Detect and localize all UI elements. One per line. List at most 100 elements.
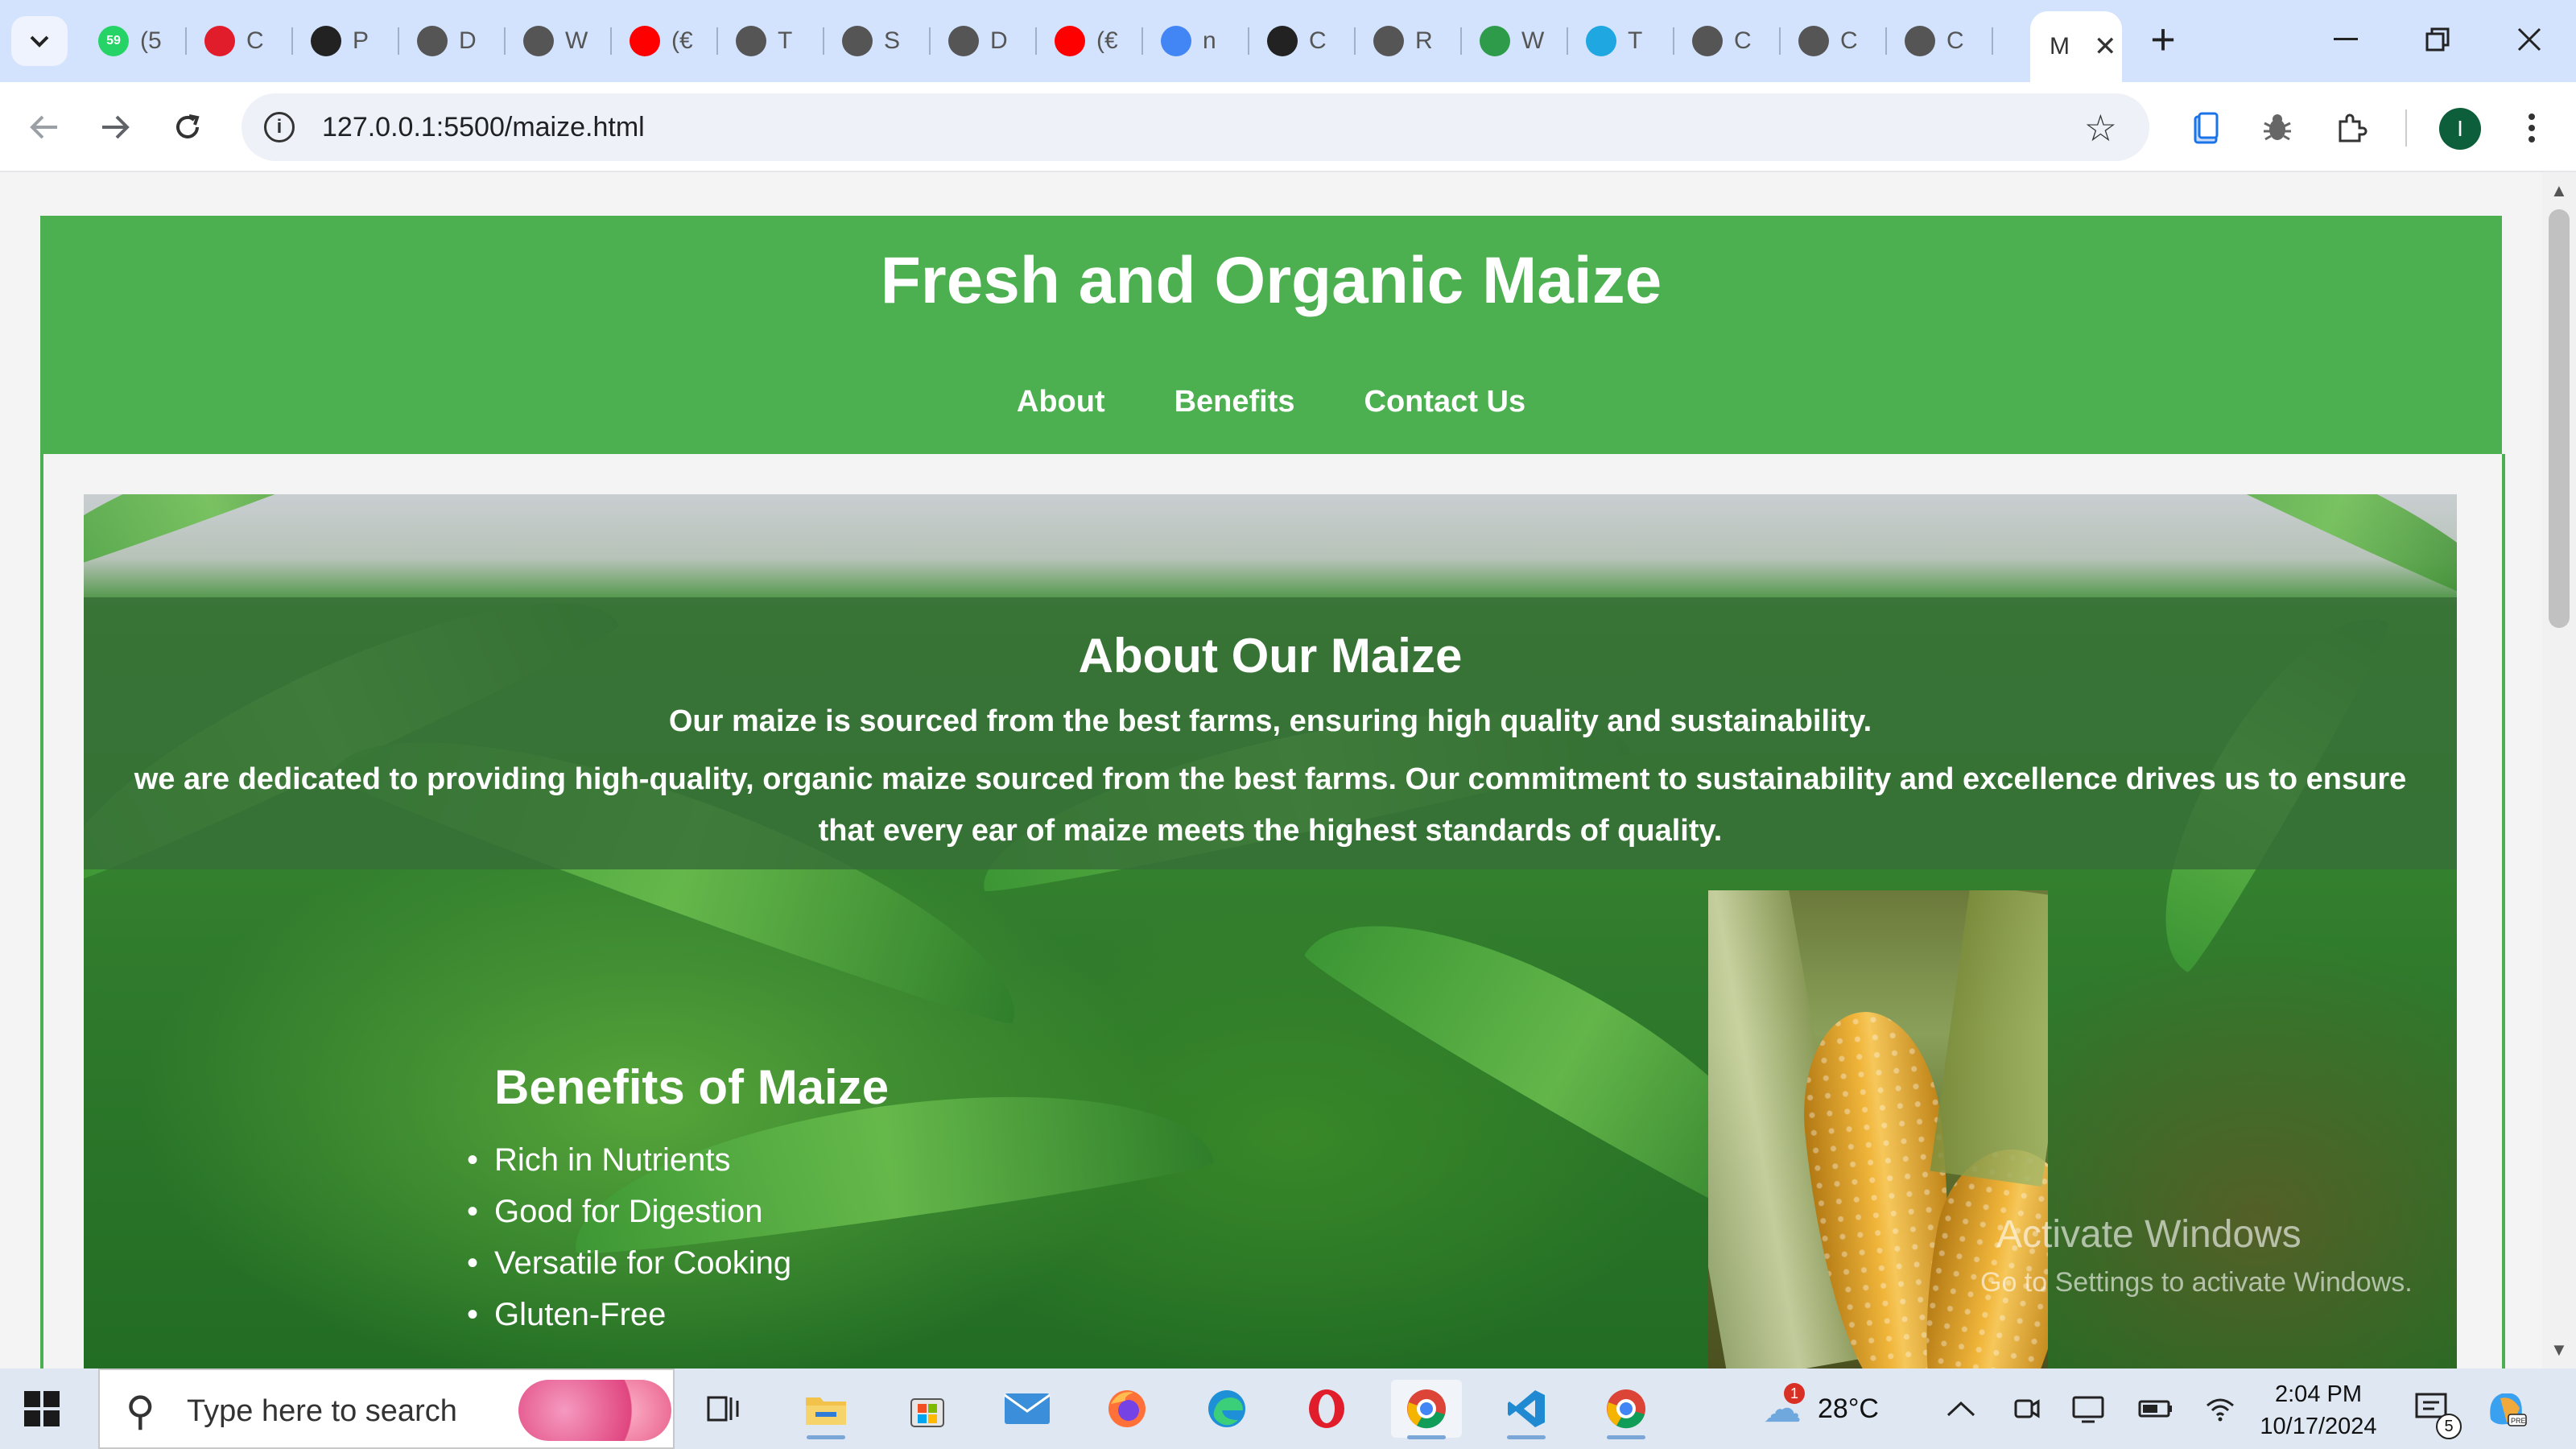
display-icon[interactable] bbox=[2072, 1368, 2104, 1449]
reload-button[interactable] bbox=[159, 103, 216, 151]
forward-button[interactable] bbox=[87, 103, 143, 151]
globe-icon bbox=[1905, 26, 1935, 56]
tab-title: (€ bbox=[671, 27, 693, 54]
page-scrollbar[interactable]: ▲ ▼ bbox=[2542, 172, 2576, 1368]
weather-temp: 28°C bbox=[1818, 1393, 1879, 1424]
tab-title: S bbox=[884, 27, 901, 54]
url-text[interactable]: 127.0.0.1:5500/maize.html bbox=[322, 112, 645, 143]
browser-tab[interactable]: C bbox=[1887, 18, 1993, 64]
opera-taskbar-icon[interactable] bbox=[1291, 1380, 1362, 1438]
address-bar[interactable]: i 127.0.0.1:5500/maize.html ☆ bbox=[242, 93, 2149, 161]
benefits-list: Rich in Nutrients Good for Digestion Ver… bbox=[467, 1134, 889, 1340]
copilot-icon[interactable]: PRE bbox=[2484, 1368, 2528, 1449]
browser-tab[interactable]: C bbox=[187, 18, 293, 64]
site-info-icon[interactable]: i bbox=[264, 112, 295, 142]
extensions-icon[interactable] bbox=[2330, 106, 2373, 150]
browser-tab[interactable]: (€ bbox=[1037, 18, 1143, 64]
taskbar-clock[interactable]: 2:04 PM 10/17/2024 bbox=[2238, 1378, 2399, 1443]
tray-overflow-icon[interactable] bbox=[1946, 1368, 1975, 1449]
opera-icon bbox=[204, 26, 235, 56]
restore-button[interactable] bbox=[2404, 14, 2471, 64]
browser-tab[interactable]: S bbox=[824, 18, 931, 64]
tab-title: T bbox=[778, 27, 793, 54]
task-view-icon[interactable] bbox=[689, 1380, 760, 1438]
vscode-icon[interactable] bbox=[1491, 1380, 1562, 1439]
browser-tab[interactable]: W bbox=[506, 18, 612, 64]
browser-tab[interactable]: C bbox=[1674, 18, 1781, 64]
browser-tab[interactable]: W bbox=[1462, 18, 1568, 64]
benefit-item: Rich in Nutrients bbox=[467, 1134, 889, 1186]
back-button[interactable] bbox=[16, 103, 72, 151]
wifi-icon[interactable] bbox=[2204, 1368, 2236, 1449]
globe-icon bbox=[523, 26, 554, 56]
forward-arrow-icon bbox=[102, 115, 130, 139]
nav-link-contact[interactable]: Contact Us bbox=[1364, 385, 1526, 419]
close-window-button[interactable] bbox=[2496, 14, 2563, 64]
chrome-profile-icon[interactable] bbox=[1591, 1380, 1662, 1439]
weather-badge: 1 bbox=[1784, 1383, 1805, 1404]
notifications-button[interactable]: 5 bbox=[2413, 1368, 2462, 1449]
scroll-down-icon[interactable]: ▼ bbox=[2550, 1340, 2568, 1360]
search-icon: ⚲ bbox=[126, 1389, 155, 1434]
menu-kebab-icon[interactable] bbox=[2510, 106, 2553, 150]
firefox-icon[interactable] bbox=[1092, 1380, 1162, 1438]
toolbar-divider bbox=[2405, 109, 2407, 147]
clock-date: 10/17/2024 bbox=[2260, 1414, 2377, 1439]
tab-title: C bbox=[1734, 27, 1752, 54]
browser-tab[interactable]: T bbox=[1568, 18, 1674, 64]
tab-search-button[interactable] bbox=[11, 16, 68, 66]
weather-widget[interactable]: ☁ 1 28°C bbox=[1763, 1368, 1879, 1449]
search-highlight-image bbox=[518, 1380, 671, 1441]
mail-icon[interactable] bbox=[992, 1380, 1063, 1438]
minimize-icon bbox=[2334, 38, 2358, 40]
browser-tab[interactable]: R bbox=[1356, 18, 1462, 64]
browser-tab[interactable]: 59 (5 bbox=[80, 18, 187, 64]
battery-icon[interactable] bbox=[2138, 1368, 2174, 1449]
browser-tab[interactable]: D bbox=[931, 18, 1037, 64]
reading-mode-icon[interactable] bbox=[2185, 106, 2228, 150]
browser-tab[interactable]: (€ bbox=[612, 18, 718, 64]
back-arrow-icon bbox=[30, 115, 57, 139]
file-explorer-icon[interactable] bbox=[791, 1380, 861, 1439]
nav-link-about[interactable]: About bbox=[1017, 385, 1105, 419]
bug-extension-icon[interactable] bbox=[2256, 106, 2299, 150]
benefits-section: Benefits of Maize Rich in Nutrients Good… bbox=[467, 1059, 889, 1340]
tab-title: C bbox=[1946, 27, 1964, 54]
globe-icon bbox=[1692, 26, 1723, 56]
browser-tab[interactable]: D bbox=[399, 18, 506, 64]
chrome-icon[interactable] bbox=[1391, 1380, 1462, 1439]
benefit-item: Good for Digestion bbox=[467, 1186, 889, 1237]
minimize-button[interactable] bbox=[2312, 14, 2380, 64]
taskbar-search[interactable]: ⚲ Type here to search bbox=[98, 1368, 675, 1449]
tab-title: (€ bbox=[1096, 27, 1118, 54]
browser-tab[interactable]: n bbox=[1143, 18, 1249, 64]
browser-tab[interactable]: T bbox=[718, 18, 824, 64]
browser-tab[interactable]: C bbox=[1781, 18, 1887, 64]
tab-title: T bbox=[1628, 27, 1643, 54]
reload-icon bbox=[176, 114, 200, 138]
browser-tab[interactable]: P bbox=[293, 18, 399, 64]
globe-icon bbox=[948, 26, 979, 56]
globe-icon bbox=[1798, 26, 1829, 56]
windows-start-icon[interactable] bbox=[24, 1391, 60, 1426]
close-tab-icon[interactable]: ✕ bbox=[2094, 31, 2117, 63]
wave-icon bbox=[1586, 26, 1616, 56]
about-section: About Our Maize Our maize is sourced fro… bbox=[84, 597, 2457, 869]
about-heading: About Our Maize bbox=[1078, 629, 1463, 683]
about-body: we are dedicated to providing high-quali… bbox=[134, 762, 2407, 848]
scroll-up-icon[interactable]: ▲ bbox=[2550, 180, 2568, 201]
edge-icon[interactable] bbox=[1191, 1380, 1262, 1438]
profile-avatar[interactable]: I bbox=[2439, 108, 2481, 150]
new-tab-button[interactable]: + bbox=[2129, 14, 2197, 64]
scrollbar-thumb[interactable] bbox=[2549, 209, 2570, 628]
activate-windows-subtext: Go to Settings to activate Windows. bbox=[1980, 1267, 2413, 1298]
globe-icon bbox=[736, 26, 766, 56]
meet-now-icon[interactable] bbox=[2013, 1368, 2041, 1449]
nav-link-benefits[interactable]: Benefits bbox=[1174, 385, 1295, 419]
windows-taskbar: ⚲ Type here to search ☁ 1 28°C 2:04 PM 1… bbox=[0, 1368, 2576, 1449]
browser-tab[interactable]: C bbox=[1249, 18, 1356, 64]
bookmark-star-icon[interactable]: ☆ bbox=[2084, 106, 2117, 150]
tab-active[interactable]: M ✕ bbox=[2030, 11, 2122, 82]
browser-toolbar: i 127.0.0.1:5500/maize.html ☆ I bbox=[0, 82, 2576, 172]
microsoft-store-icon[interactable] bbox=[892, 1380, 963, 1438]
